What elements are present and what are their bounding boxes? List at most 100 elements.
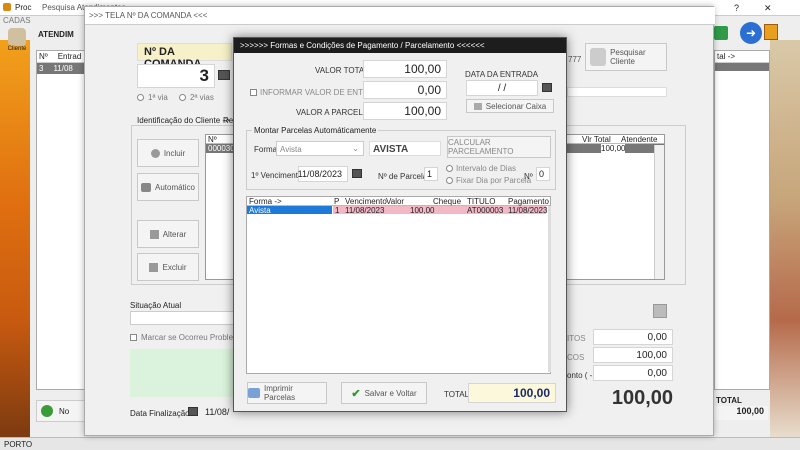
atendimento-label: ATENDIM (38, 30, 74, 39)
n-label: Nº (524, 172, 533, 181)
grid-header-titulo: TITULO (467, 197, 496, 206)
automatico-button[interactable]: Automático (137, 173, 199, 201)
calendar-icon[interactable] (188, 407, 198, 416)
imprimir-parcelas-button[interactable]: Imprimir Parcelas (247, 382, 327, 404)
app-title: Proc (15, 3, 32, 12)
calendar-icon[interactable] (352, 169, 362, 178)
selecionar-caixa-button[interactable]: Selecionar Caixa (466, 99, 554, 113)
grid-cell-pagamento: 11/08/2023 (508, 206, 548, 215)
alterar-button[interactable]: Alterar (137, 220, 199, 248)
atendimentos-grid[interactable]: Nº Entrad 3 11/08 (36, 50, 86, 390)
grid-cell-n: 3 (39, 64, 44, 73)
incluir-label: Incluir (163, 148, 186, 158)
barcode-icon (140, 182, 151, 192)
arrow-right-icon[interactable]: ➜ (740, 22, 762, 44)
help-icon[interactable]: ? (734, 3, 739, 13)
excluir-label: Excluir (162, 262, 187, 272)
check-icon: ✔ (351, 387, 361, 400)
payment-dialog: >>>>>> Formas e Condições de Pagamento /… (233, 37, 567, 412)
people-search-icon (590, 48, 607, 66)
sum-value-3[interactable]: 0,00 (593, 365, 673, 381)
forma-select[interactable]: Avista ⌄ (276, 141, 364, 156)
grid-scrollbar[interactable] (548, 206, 551, 372)
right-grid[interactable]: tal -> (714, 50, 770, 390)
automatico-label: Automático (154, 182, 196, 192)
cliente-button[interactable]: Cliente (5, 28, 29, 60)
grid-header-valor: Valor (386, 197, 405, 206)
sum-label-2: COS (567, 353, 585, 362)
status-bar: PORTO (0, 437, 800, 450)
exit-icon[interactable] (764, 24, 778, 40)
via1-label: 1ª via (148, 93, 168, 102)
data-entrada-label: DATA DA ENTRADA (465, 70, 539, 79)
alterar-label: Alterar (162, 229, 187, 239)
montar-parcelas-label: Montar Parcelas Automáticamente (252, 126, 379, 135)
grid-cell-titulo: AT000003 (467, 206, 504, 215)
excel-icon[interactable] (714, 26, 728, 40)
comanda-label: Nº DA COMANDA (137, 43, 232, 70)
situacao-label: Situação Atual (130, 301, 182, 310)
incluir-button[interactable]: Incluir (137, 139, 199, 167)
data-finalizacao-value[interactable]: 11/08/ (205, 403, 235, 419)
vencimento-label: 1º Vencimento: (251, 171, 305, 180)
client-info-field[interactable] (567, 87, 667, 97)
person-add-icon (150, 148, 160, 158)
comanda-number[interactable]: 3 (137, 64, 215, 88)
pesquisar-cliente-label: Pesquisar Cliente (610, 48, 646, 66)
grid-header-forma: Forma -> (249, 197, 282, 206)
vencimento-field[interactable]: 11/08/2023 (298, 166, 348, 182)
grid-header-vencimento: Vencimento (345, 197, 387, 206)
phone-partial: 777 (568, 55, 582, 64)
parcelas-grid[interactable]: Forma -> P Vencimento Valor Cheque TITUL… (246, 196, 551, 374)
calcular-parcelamento-button[interactable]: CALCULAR PARCELAMENTO (447, 136, 551, 158)
grid-cell-entrada: 11/08 (53, 64, 73, 73)
intervalo-radio[interactable]: Intervalo de Dias (446, 164, 516, 173)
grid-header-cheque: Cheque (433, 197, 462, 206)
tab-identificacao[interactable]: Identificação do Cliente -> (137, 116, 230, 125)
valor-entrada-field[interactable]: 0,00 (363, 81, 447, 99)
grid-scrollbar[interactable] (654, 145, 664, 279)
grand-total: 100,00 (611, 387, 673, 409)
valor-parcelar-field: 100,00 (363, 102, 447, 120)
table-row[interactable]: 3 11/08 (37, 63, 85, 74)
problemas-notes[interactable] (130, 349, 235, 397)
grid-header-entrada: Entrad (57, 52, 82, 61)
n-parcelas-field[interactable]: 1 (424, 167, 438, 181)
cadastro-label: CADAS (3, 16, 31, 25)
table-row[interactable] (715, 63, 769, 71)
excluir-button[interactable]: Excluir (137, 253, 199, 281)
data-finalizacao-label: Data Finalização (130, 409, 190, 418)
grid-header-n: Nº (39, 52, 48, 61)
grid-cell-code: 000030 (208, 144, 235, 153)
data-entrada-field[interactable]: / / (466, 80, 538, 96)
n-field[interactable]: 0 (536, 167, 550, 181)
close-icon[interactable]: ✕ (764, 3, 772, 14)
grid-header-atendente: Atendente (621, 135, 658, 144)
via2-radio[interactable]: 2ª vias (179, 93, 214, 102)
sum-label-1: ITOS (567, 334, 586, 343)
situacao-field[interactable] (130, 311, 235, 325)
app-icon (3, 3, 11, 11)
intervalo-label: Intervalo de Dias (456, 164, 517, 173)
imprimir-label: Imprimir Parcelas (263, 384, 296, 402)
grid-cell-valor: 100,00 (410, 206, 435, 215)
calendar-icon[interactable] (542, 83, 552, 92)
forma-display: AVISTA (369, 141, 441, 156)
edit-icon (149, 229, 159, 239)
salvar-voltar-button[interactable]: ✔ Salvar e Voltar (341, 382, 427, 404)
background-photo-left (0, 40, 30, 440)
dialog-total-value: 100,00 (468, 383, 556, 403)
via1-radio[interactable]: 1ª via (137, 93, 168, 102)
tools-icon[interactable] (653, 304, 667, 318)
novo-button[interactable]: No (36, 400, 86, 422)
salvar-label: Salvar e Voltar (364, 388, 417, 398)
pesquisar-cliente-button[interactable]: Pesquisar Cliente (585, 43, 667, 71)
dialog-total-label: TOTAL (444, 390, 470, 399)
cash-icon (473, 102, 482, 110)
delete-icon (149, 262, 159, 272)
via2-label: 2ª vias (190, 93, 214, 102)
fixar-dia-radio[interactable]: Fixar Dia por Parcela (446, 176, 531, 185)
print-icon[interactable] (218, 70, 230, 80)
table-row[interactable]: Avista 1 11/08/2023 100,00 AT000003 11/0… (247, 206, 550, 215)
novo-label: No (59, 406, 70, 416)
